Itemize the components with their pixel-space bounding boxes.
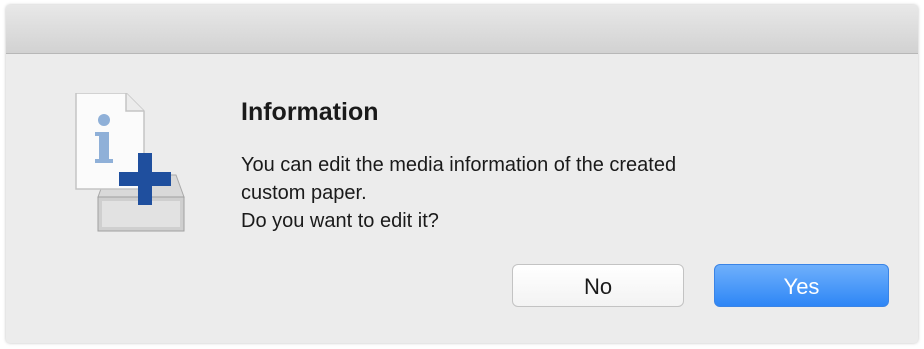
dialog-message: You can edit the media information of th… bbox=[241, 151, 861, 235]
dialog-title: Information bbox=[241, 98, 379, 126]
no-button[interactable]: No bbox=[512, 264, 684, 307]
info-add-paper-tray-icon bbox=[68, 92, 192, 233]
message-line: You can edit the media information of th… bbox=[241, 154, 677, 176]
message-line: Do you want to edit it? bbox=[241, 210, 439, 232]
yes-button[interactable]: Yes bbox=[714, 264, 889, 307]
message-line: custom paper. bbox=[241, 182, 367, 204]
information-dialog: Information You can edit the media infor… bbox=[6, 5, 918, 343]
dialog-titlebar[interactable] bbox=[6, 5, 918, 54]
